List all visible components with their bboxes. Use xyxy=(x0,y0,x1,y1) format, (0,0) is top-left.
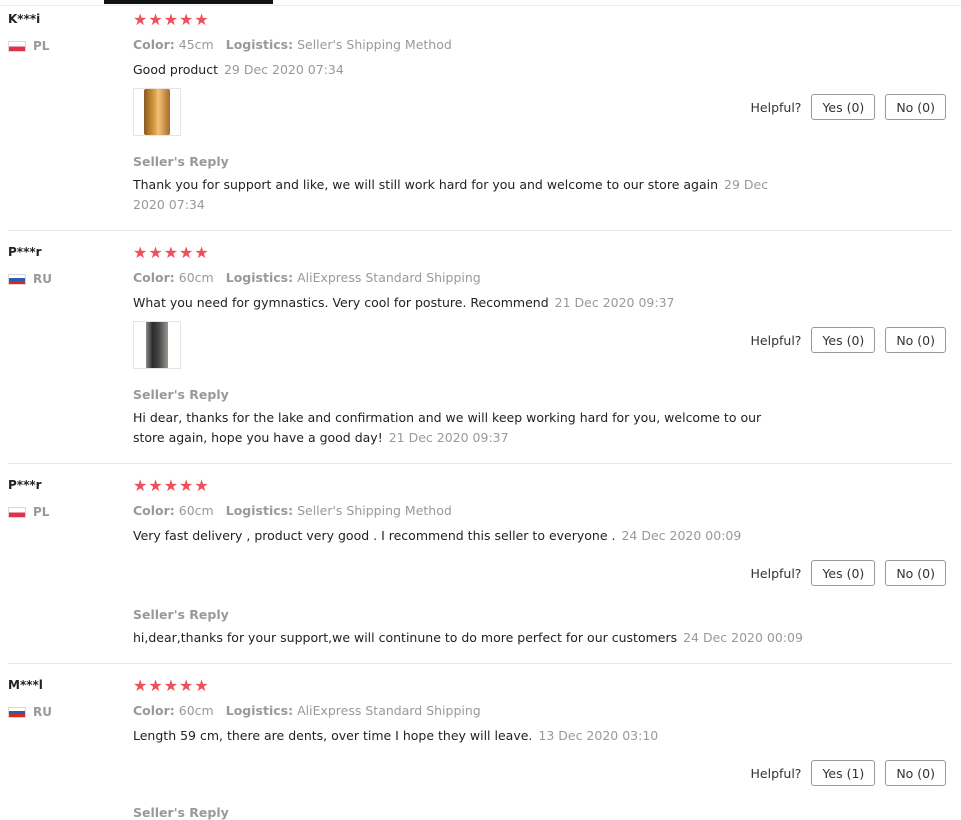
review-photo-thumbnail[interactable] xyxy=(133,321,181,369)
review-date: 29 Dec 2020 07:34 xyxy=(223,62,344,77)
helpful-no-button[interactable]: No (0) xyxy=(885,560,946,586)
russia-flag-icon xyxy=(8,706,26,718)
helpful-no-button[interactable]: No (0) xyxy=(885,94,946,120)
helpful-yes-button[interactable]: Yes (0) xyxy=(811,560,876,586)
poland-flag-icon xyxy=(8,40,26,52)
seller-reply-title: Seller's Reply xyxy=(133,154,229,169)
logistics-value: AliExpress Standard Shipping xyxy=(297,270,481,285)
country-code: RU xyxy=(33,705,52,719)
seller-reply-title: Seller's Reply xyxy=(133,387,229,402)
reviewer-name: P***r xyxy=(8,245,42,259)
review-item: P***r PL ★★★★★ Color: 60cm Logistics: Sel… xyxy=(0,466,952,664)
review-item: K***i PL ★★★★★ Color: 45cm Logistics: Sel… xyxy=(0,0,952,231)
helpful-label: Helpful? xyxy=(750,99,802,115)
review-text: Very fast delivery , product very good .… xyxy=(133,528,742,543)
review-date: 13 Dec 2020 03:10 xyxy=(538,728,659,743)
reviewer-country: PL xyxy=(8,39,49,53)
star-rating: ★★★★★ xyxy=(133,476,210,495)
helpful-vote: Helpful? Yes (0) No (0) xyxy=(751,327,946,353)
review-divider xyxy=(8,463,952,464)
reply-date: 21 Dec 2020 09:37 xyxy=(388,430,509,445)
helpful-vote: Helpful? Yes (1) No (0) xyxy=(751,760,946,786)
logistics-value: Seller's Shipping Method xyxy=(297,503,452,518)
seller-reply-text: Thank you for support and like, we will … xyxy=(133,177,769,212)
helpful-yes-button[interactable]: Yes (0) xyxy=(811,327,876,353)
helpful-label: Helpful? xyxy=(750,765,802,781)
reviewer-name: P***r xyxy=(8,478,42,492)
review-photo-thumbnail[interactable] xyxy=(133,88,181,136)
seller-reply-text: hi,dear,thanks for your support,we will … xyxy=(133,630,803,645)
logistics-value: Seller's Shipping Method xyxy=(297,37,452,52)
country-code: PL xyxy=(33,505,50,519)
country-code: PL xyxy=(33,39,50,53)
helpful-vote: Helpful? Yes (0) No (0) xyxy=(751,94,946,120)
star-rating: ★★★★★ xyxy=(133,243,210,262)
review-meta: Color: 60cm Logistics: Seller's Shipping … xyxy=(133,503,452,518)
helpful-yes-button[interactable]: Yes (0) xyxy=(811,94,876,120)
review-text: Good product 29 Dec 2020 07:34 xyxy=(133,62,344,77)
review-divider xyxy=(8,663,952,664)
review-divider xyxy=(8,230,952,231)
reviewer-country: RU xyxy=(8,705,52,719)
russia-flag-icon xyxy=(8,273,26,285)
color-value: 60cm xyxy=(178,703,214,718)
helpful-label: Helpful? xyxy=(750,332,802,348)
reviewer-country: PL xyxy=(8,505,49,519)
color-value: 60cm xyxy=(178,503,214,518)
helpful-label: Helpful? xyxy=(750,565,802,581)
star-rating: ★★★★★ xyxy=(133,10,210,29)
helpful-vote: Helpful? Yes (0) No (0) xyxy=(751,560,946,586)
star-rating: ★★★★★ xyxy=(133,676,210,695)
seller-reply-text: Hi dear, thanks for the lake and confirm… xyxy=(133,410,762,445)
review-date: 21 Dec 2020 09:37 xyxy=(554,295,675,310)
color-value: 45cm xyxy=(178,37,214,52)
review-text: What you need for gymnastics. Very cool … xyxy=(133,295,675,310)
reviewer-name: K***i xyxy=(8,12,41,26)
review-meta: Color: 60cm Logistics: AliExpress Standar… xyxy=(133,270,481,285)
reviewer-country: RU xyxy=(8,272,52,286)
seller-reply-title: Seller's Reply xyxy=(133,607,229,622)
reply-date: 24 Dec 2020 00:09 xyxy=(683,630,803,645)
review-date: 24 Dec 2020 00:09 xyxy=(621,528,742,543)
review-meta: Color: 45cm Logistics: Seller's Shipping … xyxy=(133,37,452,52)
country-code: RU xyxy=(33,272,52,286)
helpful-no-button[interactable]: No (0) xyxy=(885,327,946,353)
review-item: P***r RU ★★★★★ Color: 60cm Logistics: Ali… xyxy=(0,233,952,464)
review-text: Length 59 cm, there are dents, over time… xyxy=(133,728,659,743)
helpful-yes-button[interactable]: Yes (1) xyxy=(811,760,876,786)
reviewer-name: M***l xyxy=(8,678,43,692)
review-meta: Color: 60cm Logistics: AliExpress Standar… xyxy=(133,703,481,718)
review-item: M***l RU ★★★★★ Color: 60cm Logistics: Ali… xyxy=(0,666,952,820)
logistics-value: AliExpress Standard Shipping xyxy=(297,703,481,718)
color-value: 60cm xyxy=(178,270,214,285)
helpful-no-button[interactable]: No (0) xyxy=(885,760,946,786)
poland-flag-icon xyxy=(8,506,26,518)
seller-reply-title: Seller's Reply xyxy=(133,805,229,820)
